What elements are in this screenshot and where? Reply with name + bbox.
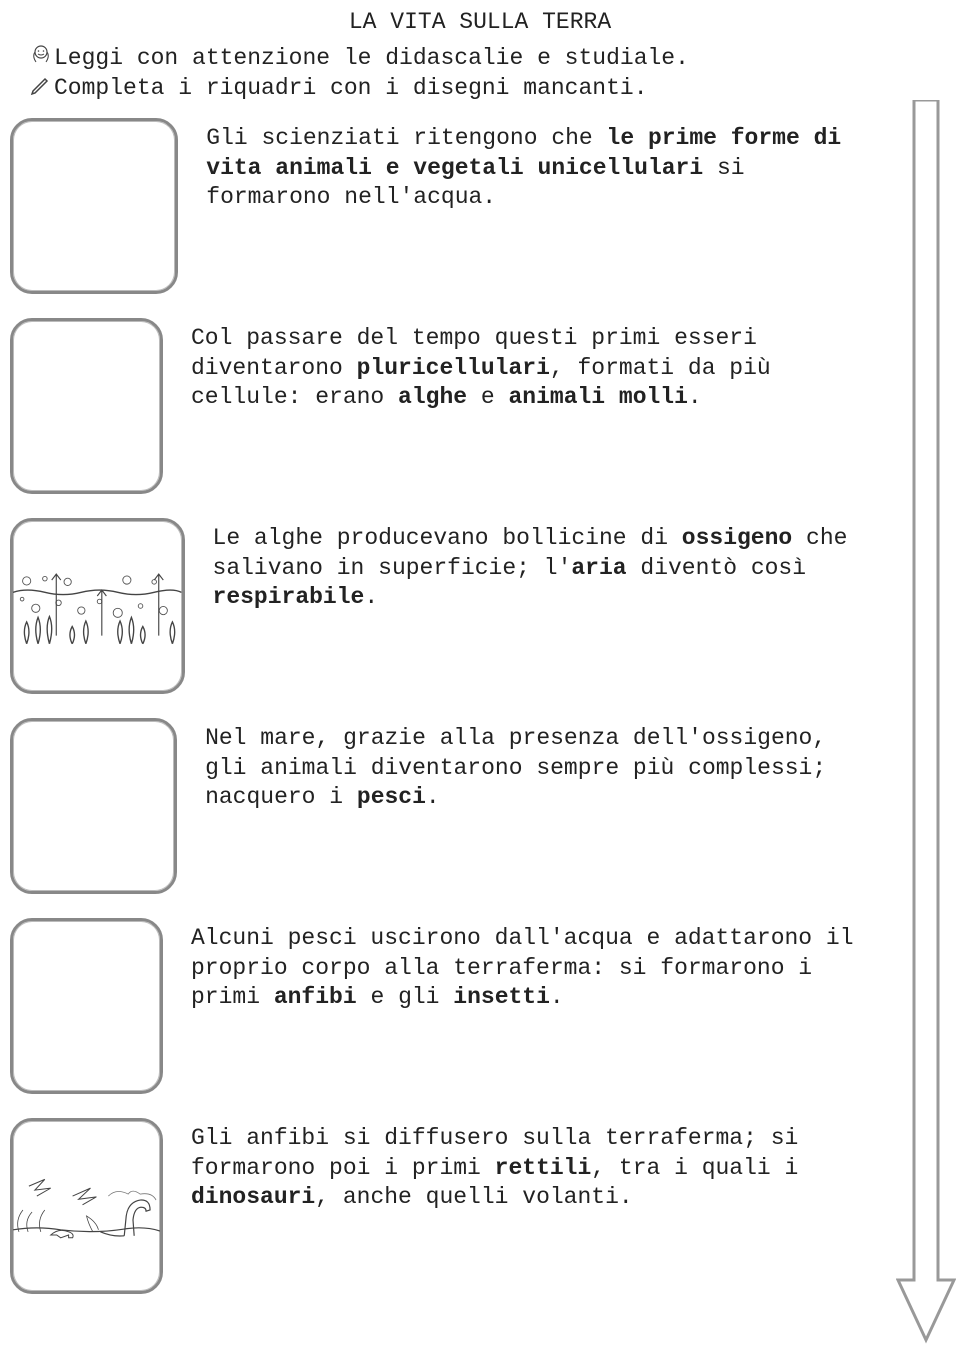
- caption-text: Nel mare, grazie alla presenza dell'ossi…: [205, 725, 826, 811]
- caption-text: Gli scienziati ritengono che: [206, 125, 606, 151]
- caption-bold: animali molli: [508, 384, 687, 410]
- caption-6: Gli anfibi si diffusero sulla terraferma…: [191, 1118, 860, 1214]
- caption-bold: anfibi: [274, 984, 357, 1010]
- caption-bold: rettili: [495, 1155, 592, 1181]
- caption-4: Nel mare, grazie alla presenza dell'ossi…: [205, 718, 860, 814]
- caption-text: diventò così: [627, 555, 806, 581]
- caption-text: Le alghe producevano bollicine di: [213, 525, 682, 551]
- caption-3: Le alghe producevano bollicine di ossige…: [213, 518, 860, 614]
- drawing-box-2[interactable]: [10, 318, 163, 494]
- page-title: LA VITA SULLA TERRA: [0, 8, 960, 38]
- caption-text: .: [550, 984, 564, 1010]
- caption-text: .: [364, 584, 378, 610]
- caption-bold: alghe: [398, 384, 467, 410]
- caption-bold: pluricellulari: [357, 355, 550, 381]
- illustration-box-dinosaurs: [10, 1118, 163, 1294]
- drawing-box-4[interactable]: [10, 718, 177, 894]
- caption-5: Alcuni pesci uscirono dall'acqua e adatt…: [191, 918, 860, 1014]
- caption-2: Col passare del tempo questi primi esser…: [191, 318, 860, 414]
- face-icon: [30, 44, 52, 66]
- caption-bold: respirabile: [213, 584, 365, 610]
- caption-bold: dinosauri: [191, 1184, 315, 1210]
- drawing-box-5[interactable]: [10, 918, 163, 1094]
- caption-text: .: [426, 784, 440, 810]
- caption-text: , anche quelli volanti.: [315, 1184, 632, 1210]
- instruction-read: Leggi con attenzione le didascalie e stu…: [54, 44, 689, 74]
- illustration-box-algae: [10, 518, 185, 694]
- caption-bold: insetti: [453, 984, 550, 1010]
- instruction-draw: Completa i riquadri con i disegni mancan…: [54, 74, 648, 104]
- drawing-box-1[interactable]: [10, 118, 178, 294]
- caption-bold: ossigeno: [682, 525, 792, 551]
- caption-bold: pesci: [357, 784, 426, 810]
- caption-bold: aria: [571, 555, 626, 581]
- caption-text: , tra i quali i: [591, 1155, 798, 1181]
- caption-text: .: [688, 384, 702, 410]
- caption-text: e gli: [357, 984, 454, 1010]
- caption-1: Gli scienziati ritengono che le prime fo…: [206, 118, 860, 214]
- caption-text: e: [467, 384, 508, 410]
- pencil-icon: [30, 74, 52, 96]
